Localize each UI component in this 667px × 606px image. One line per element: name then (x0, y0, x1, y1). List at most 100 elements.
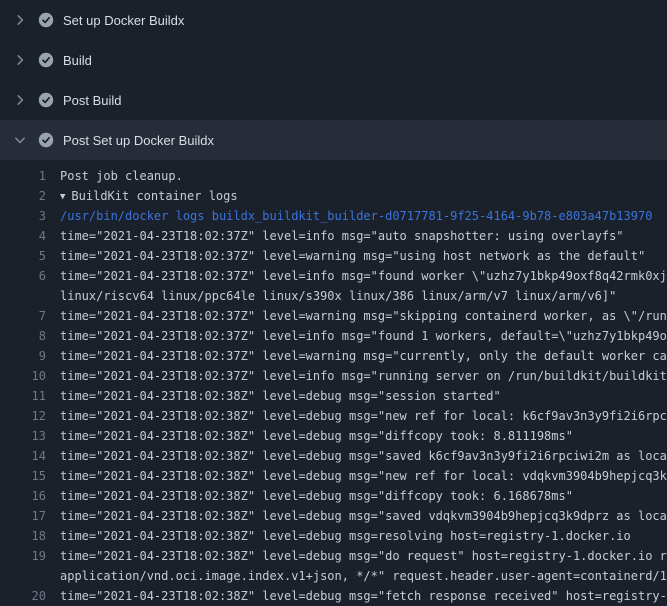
line-number[interactable]: 5 (0, 246, 46, 266)
line-number[interactable]: 3 (0, 206, 46, 226)
log-line: 15 time="2021-04-23T18:02:38Z" level=deb… (0, 466, 667, 486)
line-number[interactable] (0, 566, 46, 586)
line-text: time="2021-04-23T18:02:37Z" level=warnin… (60, 306, 667, 326)
log-line: 19 time="2021-04-23T18:02:38Z" level=deb… (0, 546, 667, 566)
line-text-content: time="2021-04-23T18:02:37Z" level=warnin… (60, 249, 645, 263)
log-line: 3 /usr/bin/docker logs buildx_buildkit_b… (0, 206, 667, 226)
chevron-right-icon[interactable] (12, 92, 28, 108)
line-text: time="2021-04-23T18:02:38Z" level=debug … (60, 546, 667, 566)
line-number[interactable]: 14 (0, 446, 46, 466)
line-number[interactable]: 7 (0, 306, 46, 326)
group-caret-icon[interactable]: ▼ (60, 187, 65, 207)
line-text: time="2021-04-23T18:02:38Z" level=debug … (60, 426, 573, 446)
line-text: time="2021-04-23T18:02:37Z" level=warnin… (60, 246, 645, 266)
line-number[interactable]: 8 (0, 326, 46, 346)
line-text-content: application/vnd.oci.image.index.v1+json,… (60, 569, 667, 583)
line-text: time="2021-04-23T18:02:38Z" level=debug … (60, 466, 667, 486)
line-number[interactable]: 15 (0, 466, 46, 486)
log-line: linux/riscv64 linux/ppc64le linux/s390x … (0, 286, 667, 306)
step-label: Post Build (63, 93, 122, 108)
line-text-content: time="2021-04-23T18:02:37Z" level=info m… (60, 269, 667, 283)
log-line: 20 time="2021-04-23T18:02:38Z" level=deb… (0, 586, 667, 606)
line-text: time="2021-04-23T18:02:38Z" level=debug … (60, 506, 667, 526)
log-line: 12 time="2021-04-23T18:02:38Z" level=deb… (0, 406, 667, 426)
chevron-right-icon[interactable] (12, 12, 28, 28)
line-text-content: time="2021-04-23T18:02:38Z" level=debug … (60, 509, 667, 523)
line-text-content: time="2021-04-23T18:02:38Z" level=debug … (60, 389, 501, 403)
log-line: 8 time="2021-04-23T18:02:37Z" level=info… (0, 326, 667, 346)
line-text: /usr/bin/docker logs buildx_buildkit_bui… (60, 206, 652, 226)
log-line: 7 time="2021-04-23T18:02:37Z" level=warn… (0, 306, 667, 326)
line-text-content: time="2021-04-23T18:02:38Z" level=debug … (60, 409, 667, 423)
step-row-post-set-up-docker-buildx[interactable]: Post Set up Docker Buildx (0, 120, 667, 160)
line-text-content: time="2021-04-23T18:02:37Z" level=info m… (60, 329, 667, 343)
line-number[interactable]: 19 (0, 546, 46, 566)
line-number[interactable]: 4 (0, 226, 46, 246)
step-row-build[interactable]: Build (0, 40, 667, 80)
step-label: Post Set up Docker Buildx (63, 133, 214, 148)
log-line: 2 ▼ BuildKit container logs (0, 186, 667, 206)
step-label: Set up Docker Buildx (63, 13, 184, 28)
line-number[interactable] (0, 286, 46, 306)
line-text: ▼ BuildKit container logs (60, 186, 238, 206)
line-text: time="2021-04-23T18:02:38Z" level=debug … (60, 446, 667, 466)
line-text-content: time="2021-04-23T18:02:38Z" level=debug … (60, 469, 667, 483)
line-text: time="2021-04-23T18:02:37Z" level=warnin… (60, 346, 667, 366)
log-line: 17 time="2021-04-23T18:02:38Z" level=deb… (0, 506, 667, 526)
step-label: Build (63, 53, 92, 68)
line-text: time="2021-04-23T18:02:38Z" level=debug … (60, 526, 631, 546)
log-line: application/vnd.oci.image.index.v1+json,… (0, 566, 667, 586)
line-text-content: time="2021-04-23T18:02:37Z" level=info m… (60, 369, 667, 383)
line-number[interactable]: 16 (0, 486, 46, 506)
step-row-post-build[interactable]: Post Build (0, 80, 667, 120)
check-circle-icon (38, 12, 54, 28)
line-number[interactable]: 12 (0, 406, 46, 426)
check-circle-icon (38, 92, 54, 108)
log-line: 13 time="2021-04-23T18:02:38Z" level=deb… (0, 426, 667, 446)
log-line: 6 time="2021-04-23T18:02:37Z" level=info… (0, 266, 667, 286)
line-text: application/vnd.oci.image.index.v1+json,… (60, 566, 667, 586)
log-line: 9 time="2021-04-23T18:02:37Z" level=warn… (0, 346, 667, 366)
chevron-down-icon[interactable] (12, 132, 28, 148)
workflow-log-panel: Set up Docker Buildx Build Post Buil (0, 0, 667, 606)
line-text: time="2021-04-23T18:02:37Z" level=info m… (60, 326, 667, 346)
line-number[interactable]: 18 (0, 526, 46, 546)
line-text: time="2021-04-23T18:02:38Z" level=debug … (60, 586, 667, 606)
line-text: time="2021-04-23T18:02:38Z" level=debug … (60, 386, 501, 406)
line-text-content: /usr/bin/docker logs buildx_buildkit_bui… (60, 209, 652, 223)
line-number[interactable]: 1 (0, 166, 46, 186)
line-number[interactable]: 9 (0, 346, 46, 366)
line-number[interactable]: 6 (0, 266, 46, 286)
line-text-content: BuildKit container logs (71, 189, 237, 203)
line-text: Post job cleanup. (60, 166, 183, 186)
line-number[interactable]: 10 (0, 366, 46, 386)
line-text-content: time="2021-04-23T18:02:38Z" level=debug … (60, 589, 667, 603)
line-number[interactable]: 20 (0, 586, 46, 606)
step-row-set-up-docker-buildx[interactable]: Set up Docker Buildx (0, 0, 667, 40)
line-text-content: time="2021-04-23T18:02:38Z" level=debug … (60, 449, 667, 463)
line-text: linux/riscv64 linux/ppc64le linux/s390x … (60, 286, 616, 306)
line-text-content: time="2021-04-23T18:02:38Z" level=debug … (60, 549, 667, 563)
line-text-content: linux/riscv64 linux/ppc64le linux/s390x … (60, 289, 616, 303)
line-text: time="2021-04-23T18:02:37Z" level=info m… (60, 266, 667, 286)
line-text-content: time="2021-04-23T18:02:38Z" level=debug … (60, 429, 573, 443)
log-line: 16 time="2021-04-23T18:02:38Z" level=deb… (0, 486, 667, 506)
line-text: time="2021-04-23T18:02:37Z" level=info m… (60, 366, 667, 386)
line-number[interactable]: 13 (0, 426, 46, 446)
line-number[interactable]: 11 (0, 386, 46, 406)
line-text-content: time="2021-04-23T18:02:38Z" level=debug … (60, 529, 631, 543)
chevron-right-icon[interactable] (12, 52, 28, 68)
line-text-content: time="2021-04-23T18:02:37Z" level=warnin… (60, 349, 667, 363)
line-number[interactable]: 17 (0, 506, 46, 526)
log-line: 10 time="2021-04-23T18:02:37Z" level=inf… (0, 366, 667, 386)
check-circle-icon (38, 52, 54, 68)
log-line: 11 time="2021-04-23T18:02:38Z" level=deb… (0, 386, 667, 406)
log-line: 14 time="2021-04-23T18:02:38Z" level=deb… (0, 446, 667, 466)
line-text-content: time="2021-04-23T18:02:37Z" level=info m… (60, 229, 624, 243)
line-number[interactable]: 2 (0, 186, 46, 206)
log-line: 4 time="2021-04-23T18:02:37Z" level=info… (0, 226, 667, 246)
log-line: 18 time="2021-04-23T18:02:38Z" level=deb… (0, 526, 667, 546)
line-text: time="2021-04-23T18:02:38Z" level=debug … (60, 486, 573, 506)
line-text-content: time="2021-04-23T18:02:37Z" level=warnin… (60, 309, 667, 323)
check-circle-icon (38, 132, 54, 148)
